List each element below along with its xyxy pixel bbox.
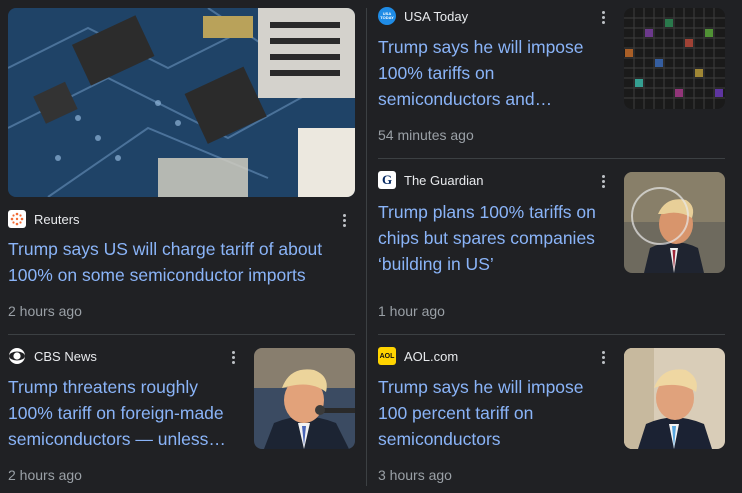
timestamp: 3 hours ago: [378, 467, 452, 483]
source-row: Reuters: [8, 210, 80, 228]
cbs-eye-logo-icon: [8, 347, 26, 365]
news-card-reuters[interactable]: Reuters Trump says US will charge tariff…: [0, 0, 366, 330]
headline-link[interactable]: Trump says US will charge tariff of abou…: [8, 236, 348, 288]
source-name: CBS News: [34, 348, 97, 364]
timestamp: 1 hour ago: [378, 303, 445, 319]
more-options-icon[interactable]: [598, 172, 608, 190]
headline-link[interactable]: Trump plans 100% tariffs on chips but sp…: [378, 199, 618, 277]
source-name: AOL.com: [404, 348, 459, 364]
news-card-guardian[interactable]: G The Guardian Trump plans 100% tariffs …: [367, 160, 742, 332]
source-name: USA Today: [404, 8, 469, 24]
headline-link[interactable]: Trump says he will impose 100 percent ta…: [378, 374, 610, 452]
trump-photo-thumbnail[interactable]: [624, 172, 725, 273]
guardian-logo-icon: G: [378, 171, 396, 189]
usa-today-logo-icon: USA TODAY: [378, 7, 396, 25]
more-options-icon[interactable]: [228, 348, 238, 366]
news-card-aol[interactable]: AOL AOL.com Trump says he will impose 10…: [367, 336, 742, 493]
news-card-usa-today[interactable]: USA TODAY USA Today Trump says he will i…: [367, 0, 742, 158]
trump-photo-thumbnail[interactable]: [624, 348, 725, 449]
headline-link[interactable]: Trump threatens roughly 100% tariff on f…: [8, 374, 240, 452]
silicon-wafer-thumbnail[interactable]: [624, 8, 725, 109]
source-name: Reuters: [34, 211, 80, 227]
timestamp: 54 minutes ago: [378, 127, 474, 143]
source-row: CBS News: [8, 347, 97, 365]
timestamp: 2 hours ago: [8, 467, 82, 483]
reuters-logo-icon: [8, 210, 26, 228]
more-options-icon[interactable]: [598, 8, 608, 26]
more-options-icon[interactable]: [598, 348, 608, 366]
source-name: The Guardian: [404, 172, 484, 188]
headline-link[interactable]: Trump says he will impose 100% tariffs o…: [378, 34, 610, 112]
row-divider: [378, 158, 725, 159]
source-row: USA TODAY USA Today: [378, 7, 468, 25]
row-divider: [8, 334, 355, 335]
semiconductor-board-image[interactable]: [8, 8, 355, 197]
source-row: AOL AOL.com: [378, 347, 458, 365]
aol-logo-icon: AOL: [378, 347, 396, 365]
trump-photo-thumbnail[interactable]: [254, 348, 355, 449]
source-row: G The Guardian: [378, 171, 484, 189]
more-options-icon[interactable]: [339, 211, 349, 229]
row-divider: [378, 334, 725, 335]
timestamp: 2 hours ago: [8, 303, 82, 319]
news-card-cbs[interactable]: CBS News Trump threatens roughly 100% ta…: [0, 336, 366, 493]
